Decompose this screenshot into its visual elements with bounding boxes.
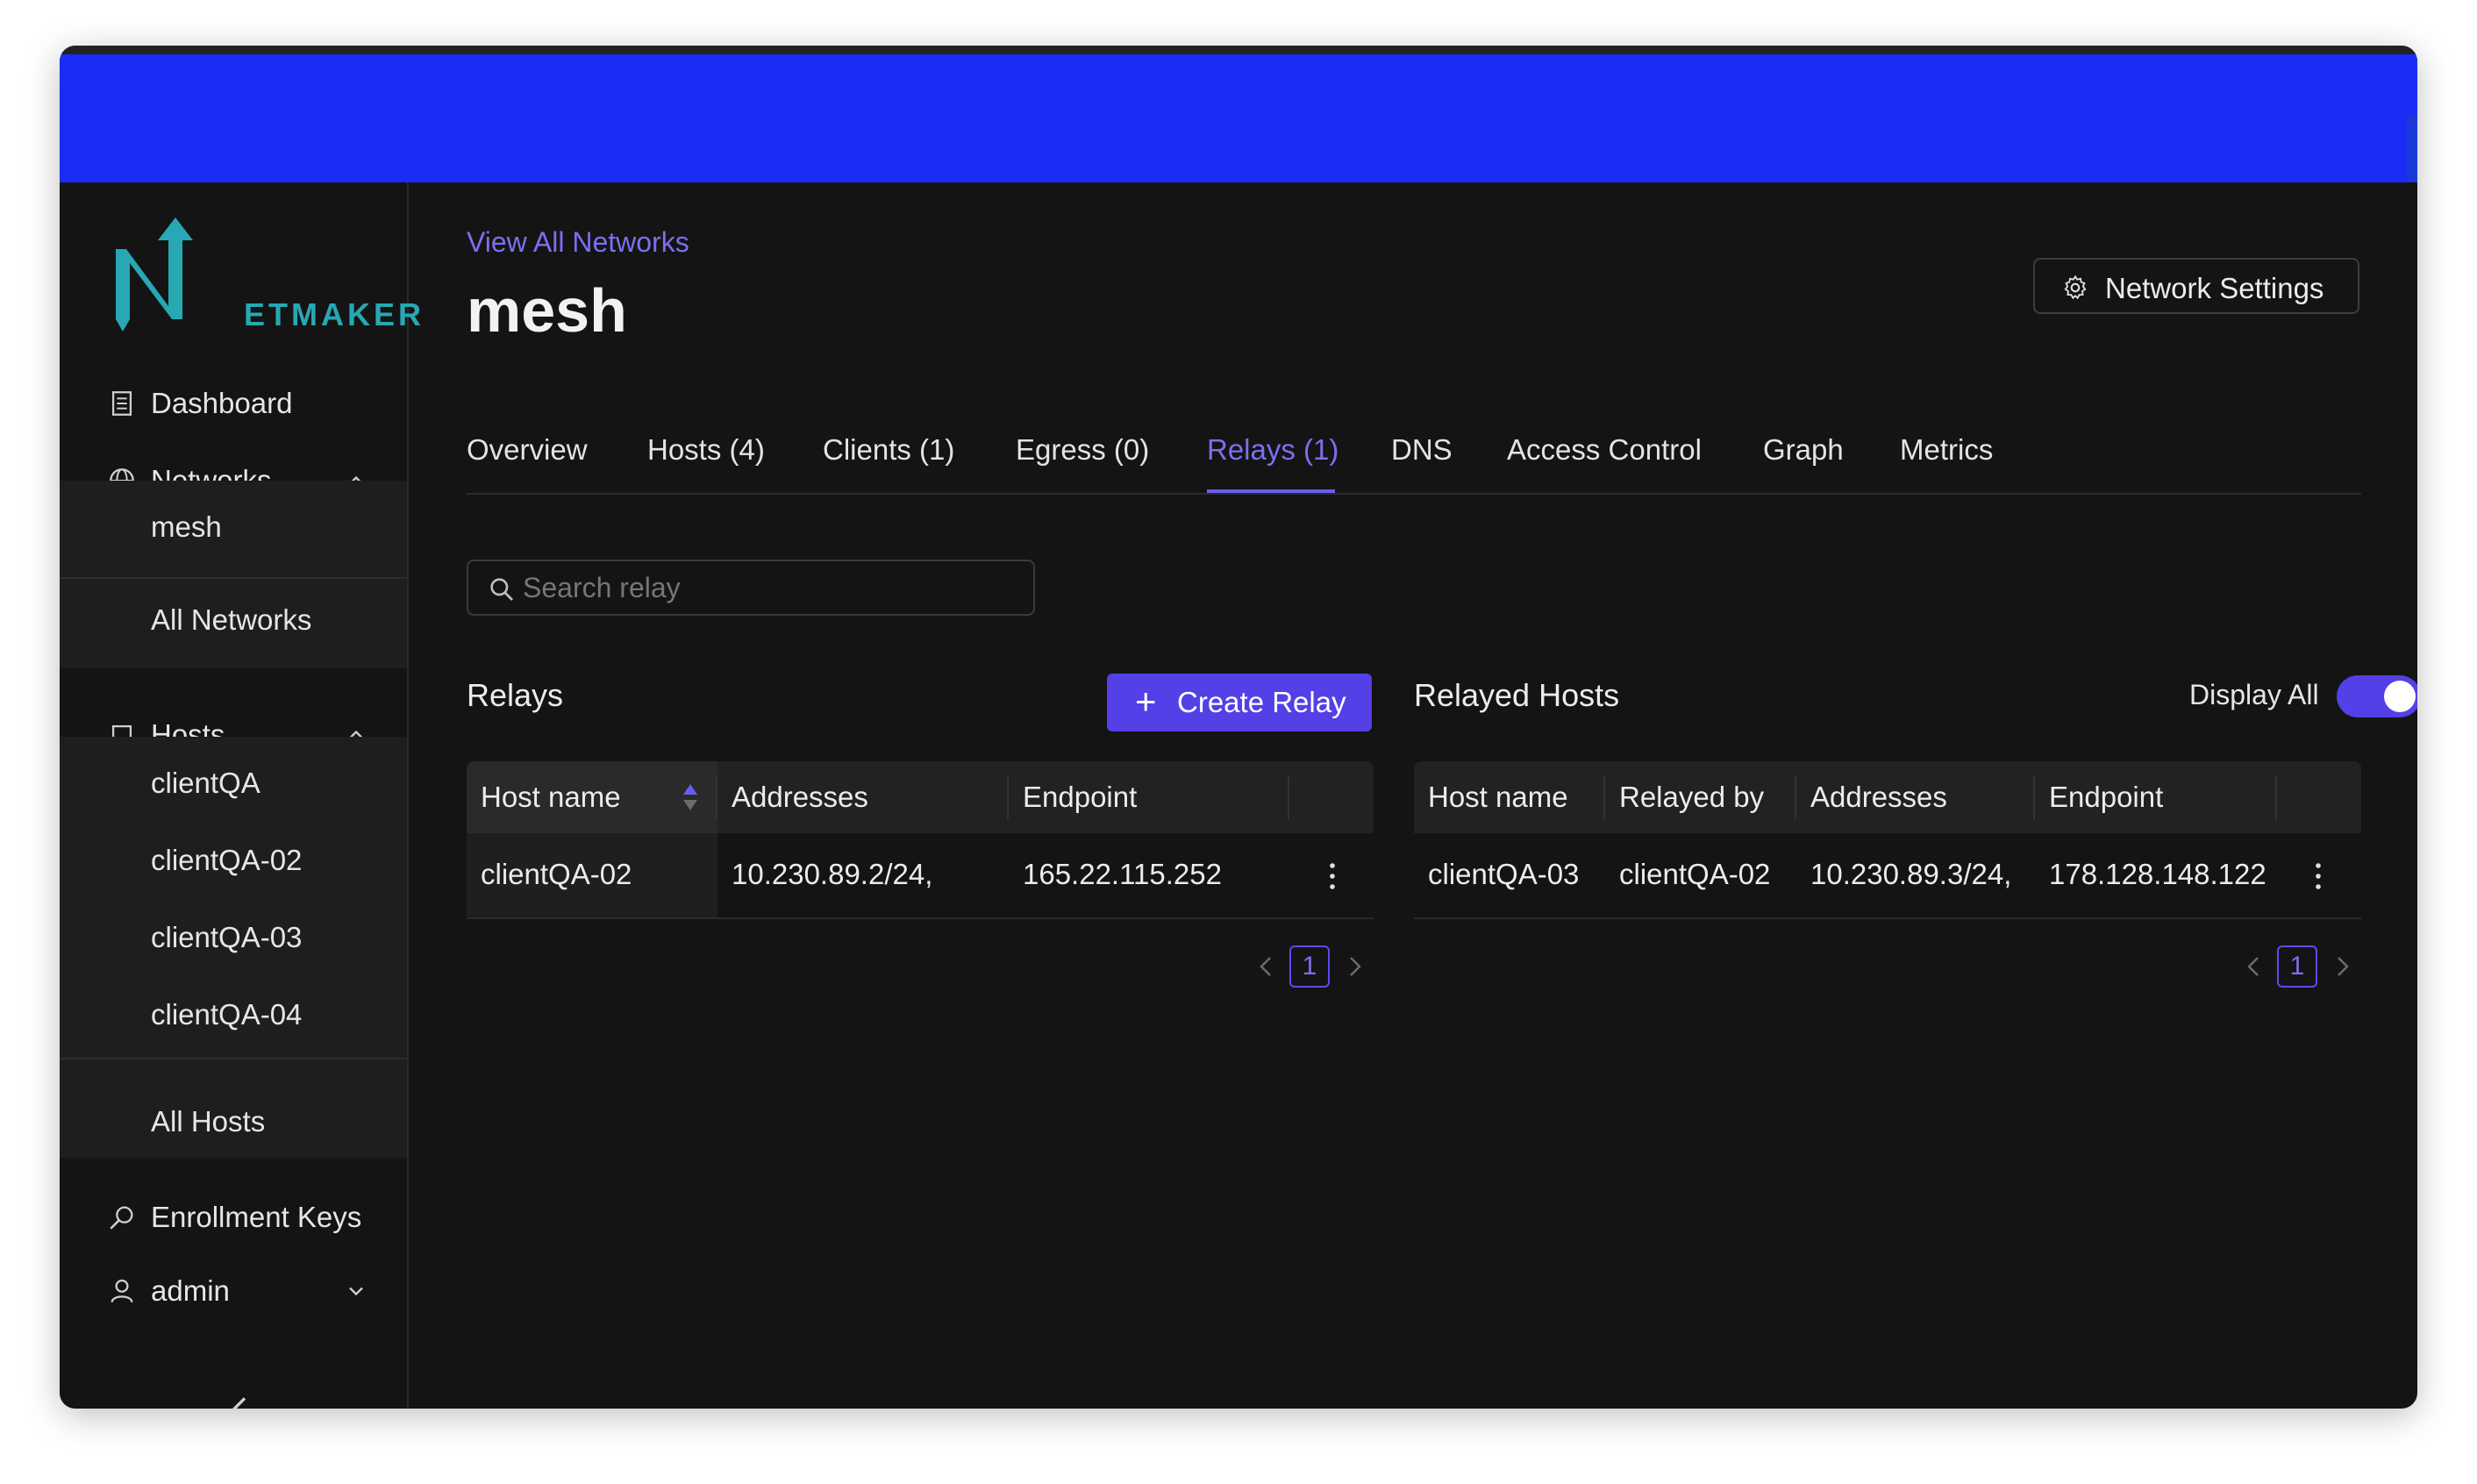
column-header-host-name[interactable]: Host name xyxy=(481,781,621,814)
tab-hosts[interactable]: Hosts (4) xyxy=(647,433,765,467)
toggle-knob xyxy=(2384,681,2416,712)
relays-title: Relays xyxy=(467,677,564,713)
sidebar-item-all-networks[interactable]: All Networks xyxy=(151,603,311,637)
user-icon xyxy=(111,1279,133,1303)
tab-overview[interactable]: Overview xyxy=(467,433,588,467)
tab-metrics[interactable]: Metrics xyxy=(1900,433,1993,467)
column-header-addresses[interactable]: Addresses xyxy=(732,781,868,814)
search-relay-input[interactable] xyxy=(523,570,1014,605)
sidebar-item-user[interactable]: admin xyxy=(60,1254,409,1328)
dashboard-icon xyxy=(111,391,132,416)
sidebar-item-enrollment-keys[interactable]: Enrollment Keys xyxy=(60,1181,409,1254)
page-number-button[interactable]: 1 xyxy=(2277,945,2317,988)
tab-egress[interactable]: Egress (0) xyxy=(1016,433,1149,467)
table-row[interactable]: clientQA-03 clientQA-02 10.230.89.3/24, … xyxy=(1414,833,2361,919)
sidebar-item-label: Dashboard xyxy=(151,387,293,419)
page-number-button[interactable]: 1 xyxy=(1289,945,1330,988)
sidebar-item-clientqa[interactable]: clientQA xyxy=(151,767,261,800)
search-icon xyxy=(490,578,513,601)
main-content: View All Networks mesh Network Settings … xyxy=(467,182,2417,1409)
network-tabs: Overview Hosts (4) Clients (1) Egress (0… xyxy=(467,425,2361,495)
tab-graph[interactable]: Graph xyxy=(1763,433,1844,467)
search-key-icon xyxy=(110,1206,133,1230)
logo-text: ETMAKER xyxy=(244,296,425,332)
tab-access-control[interactable]: Access Control xyxy=(1507,433,1702,467)
column-header-endpoint[interactable]: Endpoint xyxy=(2049,781,2163,814)
prev-page-icon[interactable] xyxy=(2244,954,2265,979)
sidebar-item-all-hosts[interactable]: All Hosts xyxy=(151,1105,265,1138)
next-page-icon[interactable] xyxy=(2331,954,2352,979)
relay-host-name[interactable]: clientQA-02 xyxy=(481,858,632,891)
more-actions-icon[interactable] xyxy=(2314,861,2323,891)
next-page-icon[interactable] xyxy=(1344,954,1365,979)
relay-addresses: 10.230.89.2/24, xyxy=(732,858,933,890)
create-relay-button[interactable]: + Create Relay xyxy=(1107,674,1372,731)
view-all-networks-link[interactable]: View All Networks xyxy=(467,226,689,259)
sidebar-item-clientqa-04[interactable]: clientQA-04 xyxy=(151,998,302,1031)
plus-icon: + xyxy=(1135,681,1157,722)
app-window: ETMAKER Dashboard Networks mesh All Netw… xyxy=(60,46,2417,1409)
network-settings-button[interactable]: Network Settings xyxy=(2033,258,2359,314)
relayed-host-name[interactable]: clientQA-03 xyxy=(1428,858,1579,891)
search-relay-box[interactable] xyxy=(467,560,1035,616)
column-header-addresses[interactable]: Addresses xyxy=(1810,781,1947,814)
relayed-hosts-pagination: 1 xyxy=(2244,945,2366,988)
page-title: mesh xyxy=(467,276,627,345)
column-header-relayed-by[interactable]: Relayed by xyxy=(1619,781,1764,814)
column-header-endpoint[interactable]: Endpoint xyxy=(1023,781,1137,814)
gear-icon xyxy=(2064,275,2087,300)
all-hosts-item-bg: All Hosts xyxy=(60,1081,407,1158)
sidebar-item-clientqa-03[interactable]: clientQA-03 xyxy=(151,921,302,954)
table-row[interactable]: clientQA-02 10.230.89.2/24, 165.22.115.2… xyxy=(467,833,1374,919)
sidebar-item-label: Enrollment Keys xyxy=(151,1201,362,1233)
chevron-down-icon xyxy=(349,1287,363,1296)
sort-icon[interactable] xyxy=(681,782,700,812)
display-all-label: Display All xyxy=(2189,679,2319,710)
sidebar-item-mesh[interactable]: mesh xyxy=(151,510,222,544)
tab-relays[interactable]: Relays (1) xyxy=(1207,433,1338,467)
hosts-submenu: clientQA clientQA-02 clientQA-03 clientQ… xyxy=(60,737,407,1081)
tab-dns[interactable]: DNS xyxy=(1391,433,1453,467)
relay-endpoint: 165.22.115.252 xyxy=(1023,858,1222,890)
netmaker-logo[interactable]: ETMAKER xyxy=(107,214,421,333)
relayed-by: clientQA-02 xyxy=(1619,858,1771,890)
relayed-endpoint: 178.128.148.122 xyxy=(2049,858,2266,890)
create-relay-label: Create Relay xyxy=(1177,686,1346,718)
networks-submenu: mesh All Networks xyxy=(60,481,407,668)
sidebar-item-dashboard[interactable]: Dashboard xyxy=(60,367,409,440)
tab-clients[interactable]: Clients (1) xyxy=(823,433,954,467)
relayed-addresses: 10.230.89.3/24, xyxy=(1810,858,2012,890)
top-bar xyxy=(60,46,2417,182)
sidebar-item-label: admin xyxy=(151,1274,230,1307)
relayed-hosts-title: Relayed Hosts xyxy=(1414,677,1620,713)
relays-table-header: Host name Addresses Endpoint xyxy=(467,761,1374,833)
active-tab-indicator xyxy=(1207,489,1335,493)
more-actions-icon[interactable] xyxy=(1328,861,1337,891)
collapse-sidebar-icon[interactable] xyxy=(223,1391,258,1409)
sidebar-item-clientqa-02[interactable]: clientQA-02 xyxy=(151,844,302,877)
network-settings-label: Network Settings xyxy=(2105,272,2324,304)
column-header-host-name[interactable]: Host name xyxy=(1428,781,1568,814)
display-all-toggle[interactable] xyxy=(2337,675,2417,717)
prev-page-icon[interactable] xyxy=(1256,954,1277,979)
sidebar: ETMAKER Dashboard Networks mesh All Netw… xyxy=(60,182,421,1409)
relays-pagination: 1 xyxy=(1256,945,1379,988)
relayed-hosts-table-header: Host name Relayed by Addresses Endpoint xyxy=(1414,761,2361,833)
